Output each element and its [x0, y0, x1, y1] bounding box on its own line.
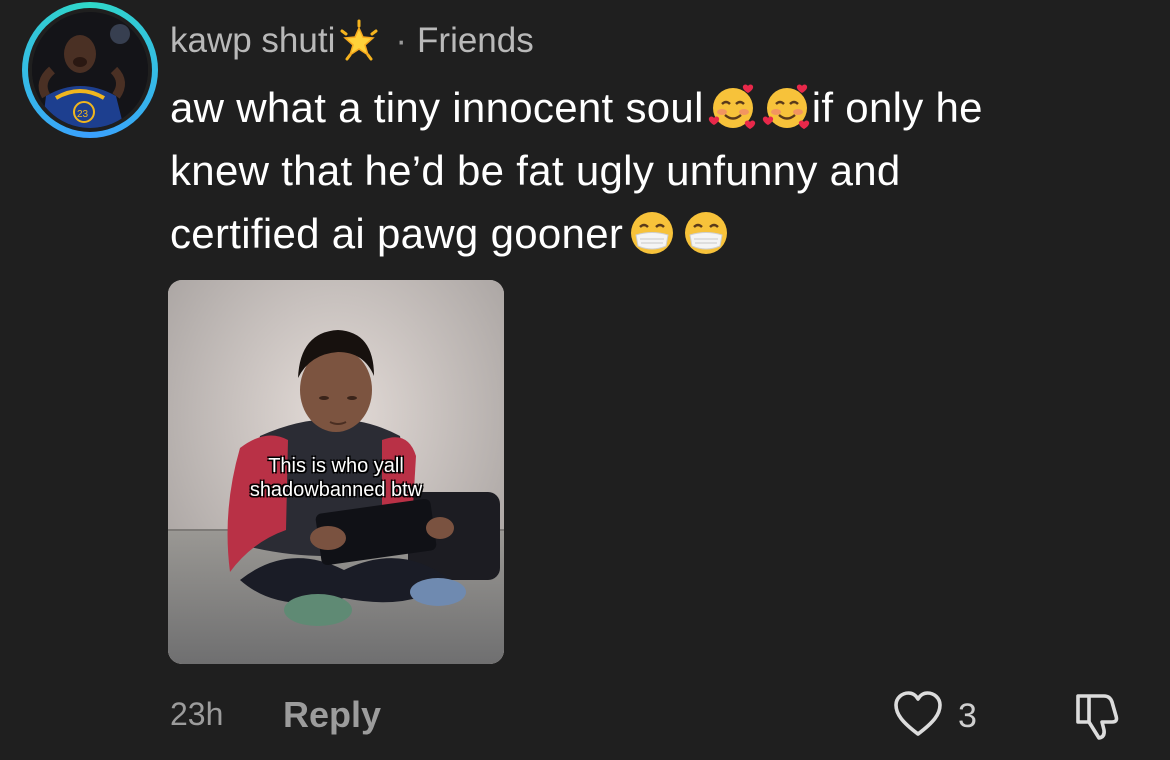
comment-line-2: knew that he’d be fat ugly unfunny and	[170, 147, 901, 194]
comment-line-1: aw what a tiny innocent soul if only he	[170, 82, 983, 132]
comment-timestamp: 23h	[170, 696, 224, 732]
comment-line-3: certified ai pawg gooner	[170, 202, 1130, 265]
header-separator: ·	[395, 21, 408, 60]
comment-attached-image[interactable]: This is who yall shadowbanned btw	[168, 280, 504, 664]
comment-item: 23 kawp shuti · Friends aw what a tiny i…	[0, 0, 1170, 760]
heart-icon	[892, 690, 944, 743]
avatar-image: 23	[32, 12, 148, 128]
dislike-button[interactable]	[1070, 688, 1124, 742]
comment-text: aw what a tiny innocent soul if only he …	[170, 76, 1130, 265]
image-caption-overlay: This is who yall shadowbanned btw	[249, 455, 423, 501]
smiling-face-with-hearts-icon	[762, 82, 812, 132]
avatar-story-ring[interactable]: 23	[22, 2, 158, 138]
reply-button[interactable]: Reply	[283, 694, 381, 736]
face-with-medical-mask-icon	[681, 208, 731, 258]
face-with-medical-mask-icon	[627, 208, 677, 258]
like-count: 3	[958, 697, 977, 735]
relationship-label: Friends	[417, 21, 534, 60]
thumbs-down-icon	[1070, 694, 1124, 746]
like-button[interactable]: 3	[892, 690, 977, 743]
username[interactable]: kawp shuti	[170, 21, 335, 61]
avatar[interactable]: 23	[32, 12, 148, 128]
comment-header: kawp shuti · Friends	[170, 18, 534, 64]
svg-text:23: 23	[77, 109, 89, 120]
glowing-star-icon	[337, 19, 381, 63]
smiling-face-with-hearts-icon	[708, 82, 758, 132]
